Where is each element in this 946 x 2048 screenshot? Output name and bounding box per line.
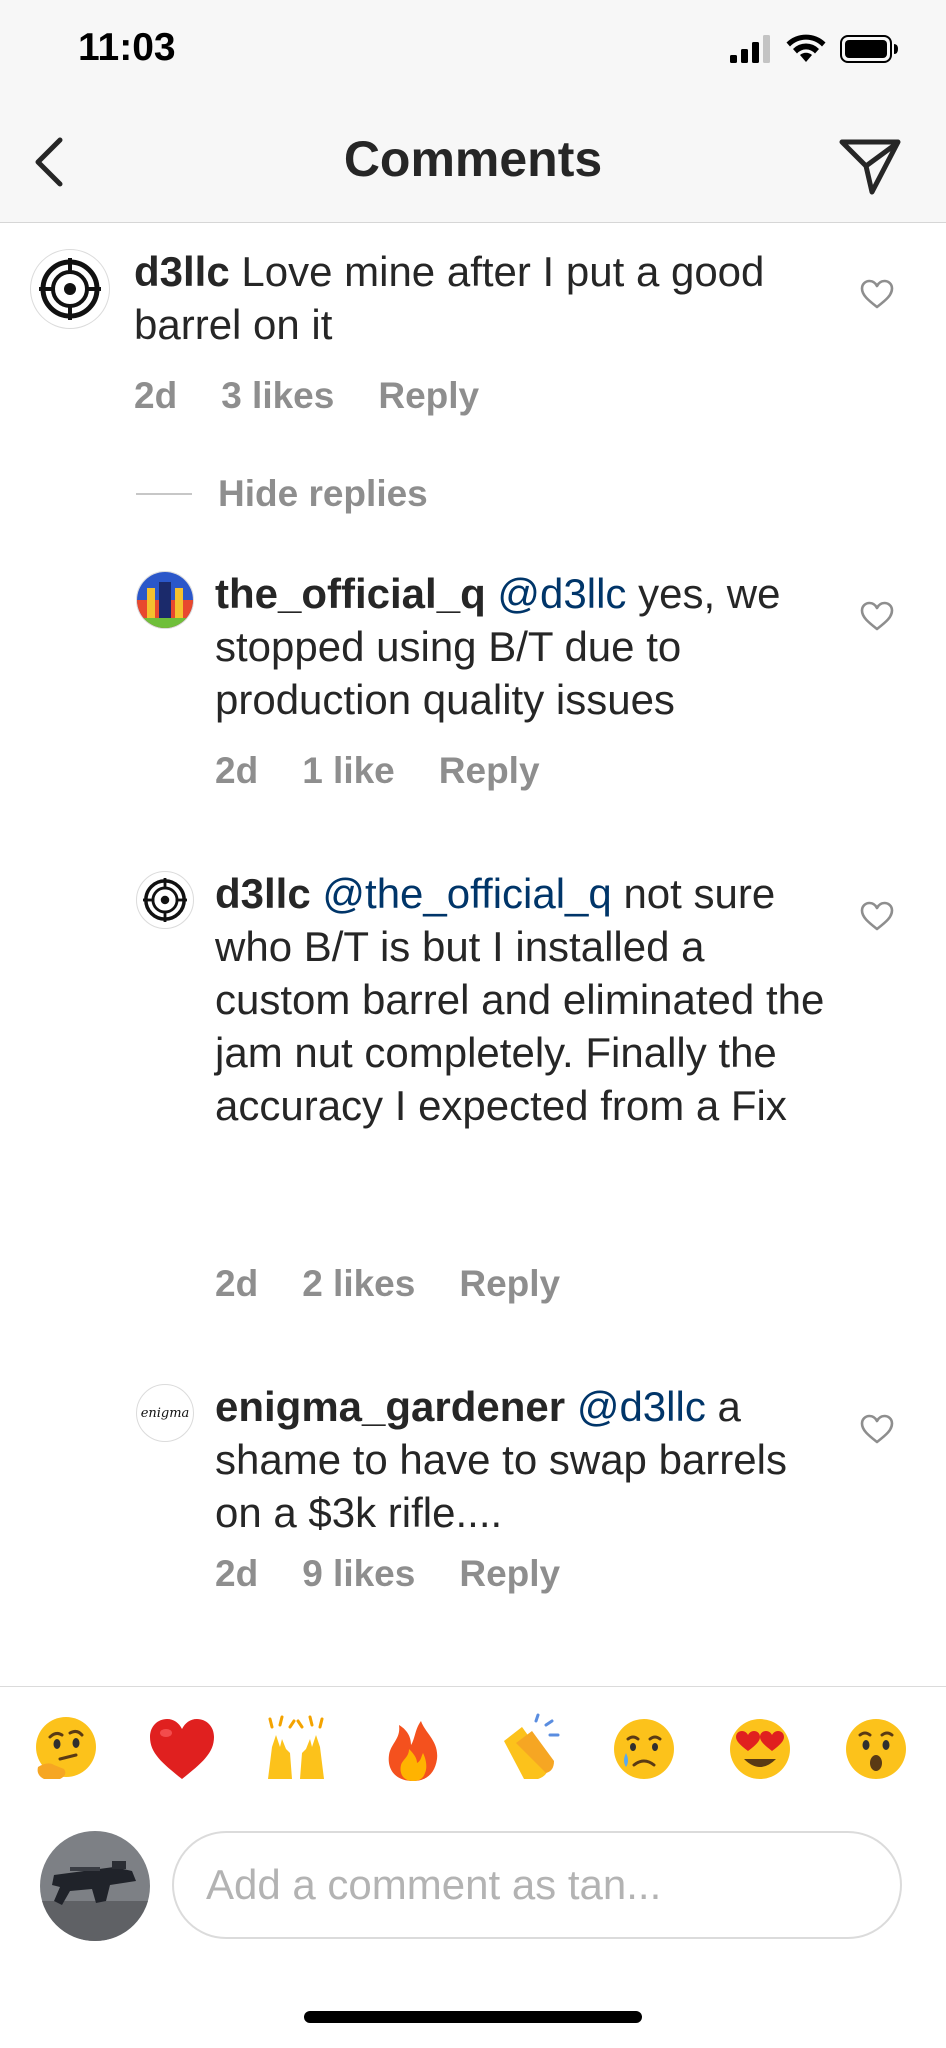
clapping-hands-emoji-button[interactable] [492, 1713, 564, 1785]
comment-meta: 2d 1 like Reply [215, 750, 540, 792]
nav-bar: Comments [0, 100, 946, 223]
status-bar: 11:03 [0, 0, 946, 100]
status-icons [730, 34, 900, 64]
hide-replies-divider [136, 493, 192, 495]
crying-face-emoji-button[interactable] [608, 1713, 680, 1785]
comment-time: 2d [215, 1263, 259, 1304]
user-photo-avatar-icon [40, 1831, 150, 1941]
comment-composer [0, 1829, 946, 1959]
battery-icon [840, 35, 898, 63]
reply-button[interactable]: Reply [378, 375, 479, 417]
avatar[interactable] [30, 249, 110, 329]
avatar[interactable] [40, 1831, 150, 1941]
heart-eyes-emoji-button[interactable] [724, 1713, 796, 1785]
comment-likes[interactable]: 3 likes [221, 375, 334, 417]
raising-hands-emoji-button[interactable] [260, 1713, 332, 1785]
surprised-face-emoji-button[interactable] [840, 1713, 912, 1785]
comment-username[interactable]: d3llc [215, 870, 311, 917]
comment-meta: 2d 3 likes Reply [134, 375, 479, 417]
comment-meta: 2d 2 likes Reply [215, 1263, 560, 1305]
cellular-signal-icon [730, 35, 770, 63]
comment-username[interactable]: d3llc [134, 248, 230, 295]
comment-time: 2d [134, 375, 178, 416]
comment-mention[interactable]: @the_official_q [322, 870, 611, 917]
crosshair-logo-icon [143, 878, 187, 922]
comment-text: d3llc @the_official_q not sure who B/T i… [215, 867, 825, 1132]
heart-icon[interactable] [860, 901, 894, 931]
heart-icon[interactable] [860, 1414, 894, 1444]
heart-icon[interactable] [860, 601, 894, 631]
comment-time: 2d [215, 1553, 259, 1594]
colorful-avatar-icon [137, 572, 193, 628]
comment-likes[interactable]: 2 likes [302, 1263, 415, 1305]
comment-input[interactable] [172, 1831, 902, 1939]
comment-username[interactable]: enigma_gardener [215, 1383, 565, 1430]
avatar[interactable] [136, 571, 194, 629]
avatar[interactable] [136, 871, 194, 929]
comment-text: d3llc Love mine after I put a good barre… [134, 245, 774, 351]
comment-meta: 2d 9 likes Reply [215, 1553, 560, 1595]
home-indicator[interactable] [304, 2011, 642, 2023]
comment-text: the_official_q @d3llc yes, we stopped us… [215, 567, 825, 726]
direct-send-icon[interactable] [838, 136, 902, 196]
thinking-face-emoji-button[interactable] [30, 1713, 102, 1785]
emoji-bar [0, 1686, 946, 1829]
page-title: Comments [343, 131, 603, 187]
comment-mention[interactable]: @d3llc [497, 570, 626, 617]
crosshair-logo-icon [39, 258, 101, 320]
comment-likes[interactable]: 9 likes [302, 1553, 415, 1595]
fire-emoji-button[interactable] [377, 1713, 449, 1785]
wifi-icon [786, 34, 826, 62]
avatar[interactable]: enigma [136, 1384, 194, 1442]
comment-likes[interactable]: 1 like [302, 750, 395, 792]
reply-button[interactable]: Reply [459, 1553, 560, 1595]
hide-replies-label: Hide replies [218, 473, 428, 514]
comments-list[interactable]: d3llc Love mine after I put a good barre… [0, 223, 946, 1685]
status-time: 11:03 [78, 26, 176, 69]
hide-replies-button[interactable]: Hide replies [136, 473, 428, 515]
heart-icon[interactable] [860, 279, 894, 309]
red-heart-emoji-button[interactable] [146, 1713, 218, 1785]
comment-text: enigma_gardener @d3llc a shame to have t… [215, 1380, 825, 1539]
comment-username[interactable]: the_official_q [215, 570, 486, 617]
enigma-logo-text: enigma [140, 1405, 190, 1421]
reply-button[interactable]: Reply [459, 1263, 560, 1305]
reply-button[interactable]: Reply [439, 750, 540, 792]
comment-time: 2d [215, 750, 259, 791]
comment-mention[interactable]: @d3llc [577, 1383, 706, 1430]
